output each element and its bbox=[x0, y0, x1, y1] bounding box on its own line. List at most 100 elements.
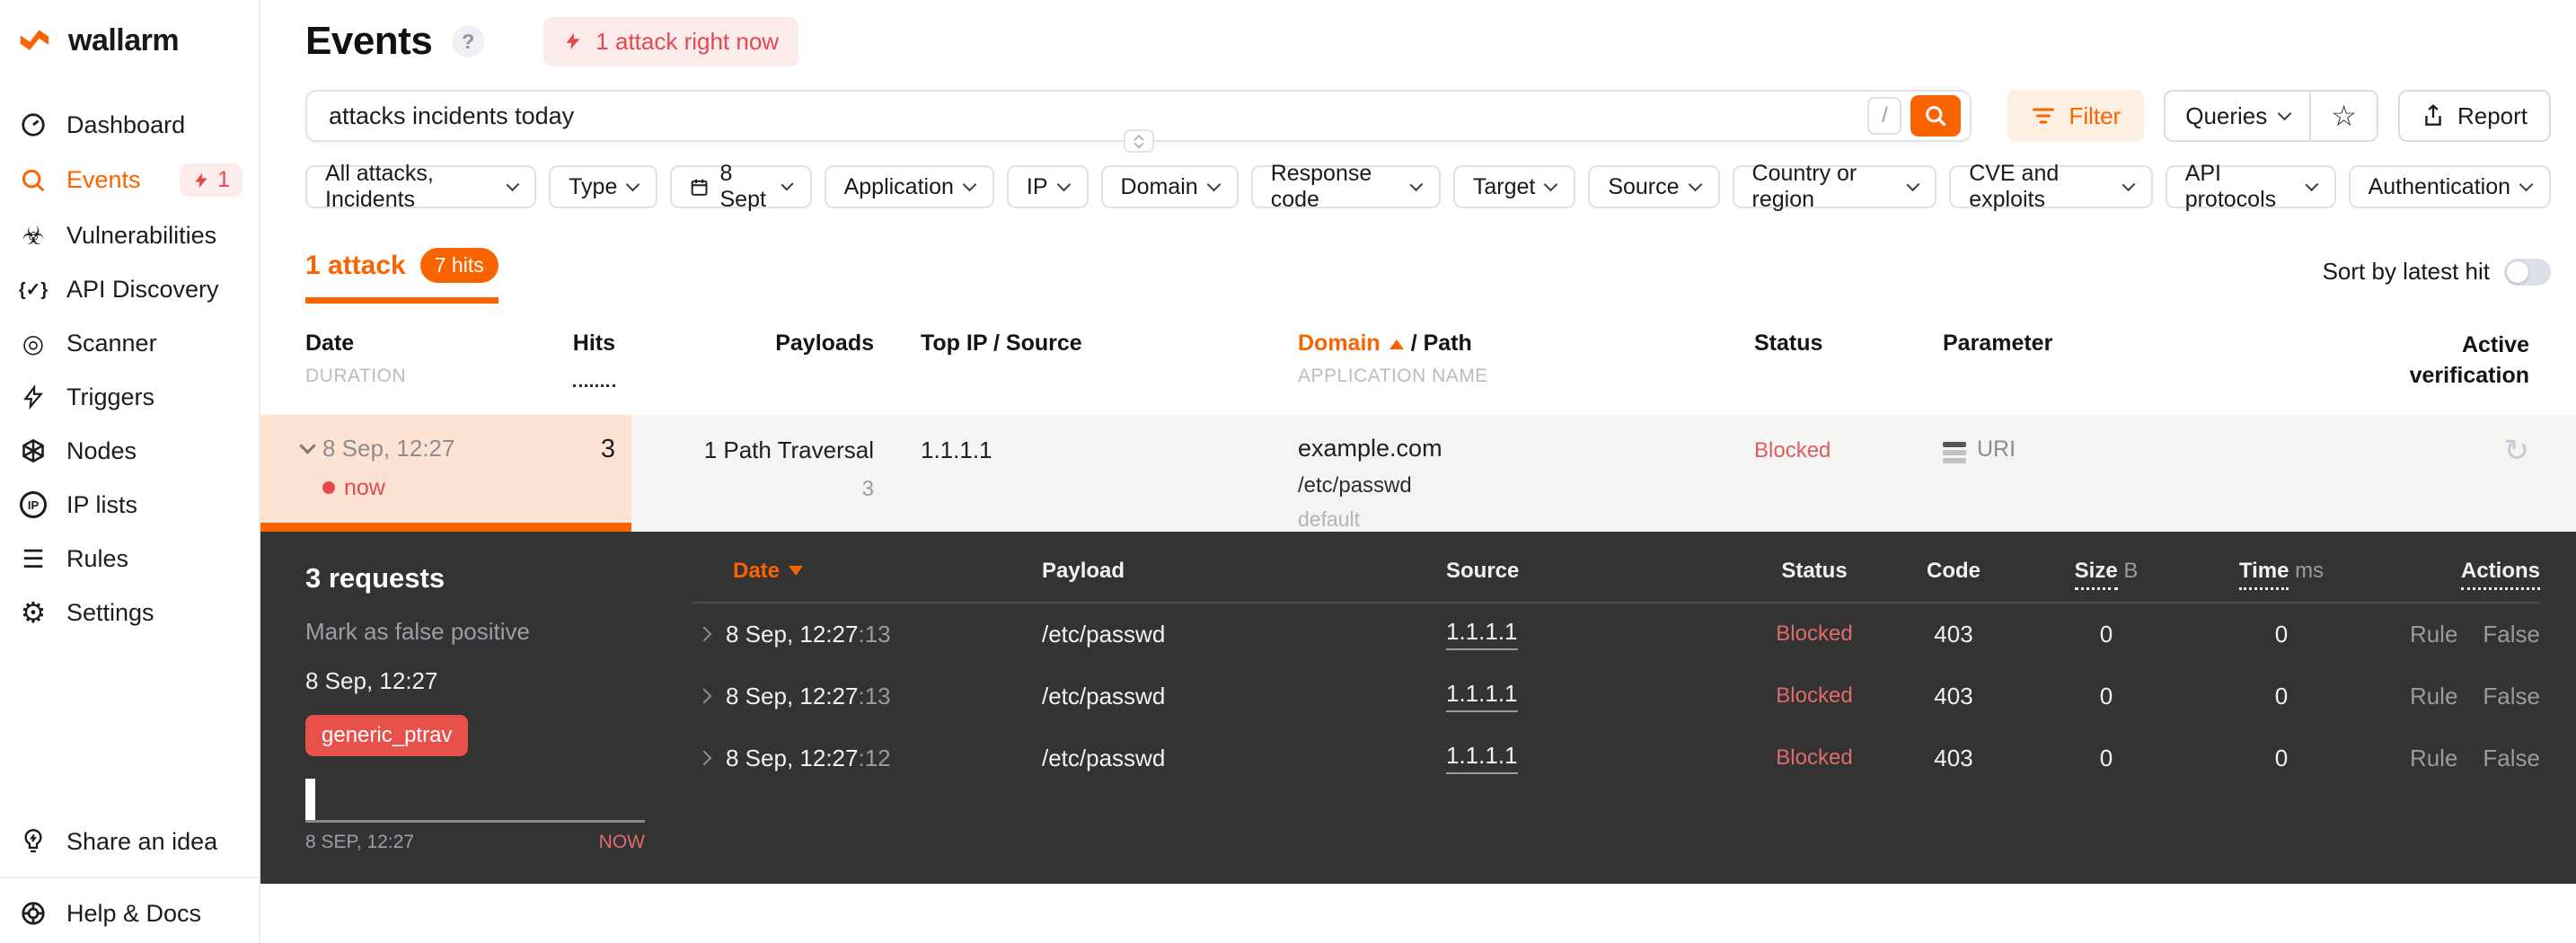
attack-domain: example.com bbox=[1298, 434, 1442, 462]
sidebar-item-help-docs[interactable]: Help & Docs bbox=[0, 884, 259, 943]
search-button[interactable] bbox=[1910, 95, 1962, 137]
expand-chevron-icon[interactable] bbox=[696, 626, 712, 642]
sidebar: wallarm Dashboard Events 1 ☣ Vulnerabili… bbox=[0, 0, 260, 943]
mark-false-positive-link[interactable]: Mark as false positive bbox=[305, 618, 683, 646]
expand-chevron-icon[interactable] bbox=[696, 688, 712, 704]
column-subheader-duration: DURATION bbox=[305, 366, 407, 386]
rule-action[interactable]: Rule bbox=[2410, 745, 2457, 772]
events-attack-count: 1 bbox=[217, 167, 230, 192]
domain-sort-label[interactable]: Domain bbox=[1298, 330, 1381, 356]
sidebar-item-events[interactable]: Events 1 bbox=[0, 152, 259, 208]
filter-button[interactable]: Filter bbox=[2007, 90, 2145, 142]
request-source-link[interactable]: 1.1.1.1 bbox=[1446, 618, 1518, 650]
report-button[interactable]: Report bbox=[2397, 90, 2551, 142]
sidebar-item-api-discovery[interactable]: {✓} API Discovery bbox=[0, 262, 259, 316]
request-status: Blocked bbox=[1776, 683, 1853, 708]
sort-desc-icon bbox=[789, 566, 804, 576]
attack-payload-type: 1 Path Traversal bbox=[703, 436, 874, 463]
timeline-end-label: NOW bbox=[598, 831, 645, 852]
filter-chip-application[interactable]: Application bbox=[824, 165, 994, 208]
attack-live-indicator: now bbox=[322, 475, 454, 501]
collapse-chevron-icon[interactable] bbox=[299, 436, 316, 454]
filter-chip-response-code[interactable]: Response code bbox=[1250, 161, 1441, 212]
column-header-size[interactable]: Size B bbox=[2021, 558, 2192, 590]
attack-active-verification-cell: ↻ bbox=[2230, 415, 2576, 532]
filter-chip-country[interactable]: Country or region bbox=[1732, 161, 1937, 212]
sidebar-item-ip-lists[interactable]: IP IP lists bbox=[0, 478, 259, 532]
column-header-time[interactable]: Time ms bbox=[2192, 558, 2371, 590]
filter-chip-ip[interactable]: IP bbox=[1006, 165, 1089, 208]
dashboard-icon bbox=[18, 110, 49, 140]
attack-tag-generic-ptrav[interactable]: generic_ptrav bbox=[305, 714, 469, 756]
filter-chips-row: All attacks, Incidents Type 8 Sept Appli… bbox=[305, 161, 2552, 212]
request-source-link[interactable]: 1.1.1.1 bbox=[1446, 680, 1518, 712]
sort-by-latest-hit-toggle[interactable] bbox=[2504, 258, 2551, 286]
column-header-code: Code bbox=[1927, 558, 1981, 583]
timeline-bar bbox=[305, 778, 315, 820]
request-actions: Rule False bbox=[2371, 745, 2540, 772]
request-source-link[interactable]: 1.1.1.1 bbox=[1446, 742, 1518, 774]
filter-chip-target[interactable]: Target bbox=[1452, 165, 1576, 208]
chevron-down-icon bbox=[1206, 177, 1221, 191]
sidebar-item-vulnerabilities[interactable]: ☣ Vulnerabilities bbox=[0, 208, 259, 262]
chevron-down-icon bbox=[1906, 177, 1919, 191]
sidebar-item-share-idea[interactable]: Share an idea bbox=[0, 812, 259, 871]
sidebar-item-dashboard[interactable]: Dashboard bbox=[0, 98, 259, 152]
attack-hits-count: 3 bbox=[600, 434, 615, 463]
request-date-cell[interactable]: 8 Sep, 12:27:12 bbox=[692, 745, 1042, 772]
column-header-domain-path[interactable]: Domain / Path bbox=[1298, 330, 1472, 356]
search-resize-handle[interactable] bbox=[1123, 129, 1154, 153]
search-icon bbox=[18, 165, 49, 196]
false-action[interactable]: False bbox=[2483, 621, 2540, 648]
biohazard-icon: ☣ bbox=[22, 221, 45, 250]
chevron-down-icon bbox=[1056, 177, 1071, 191]
attack-row[interactable]: 8 Sep, 12:27 now 3 1 Path Traversal 3 1.… bbox=[260, 414, 2576, 532]
filter-chip-source[interactable]: Source bbox=[1588, 165, 1720, 208]
sidebar-item-nodes[interactable]: Nodes bbox=[0, 424, 259, 478]
false-action[interactable]: False bbox=[2483, 745, 2540, 772]
request-date-cell[interactable]: 8 Sep, 12:27:13 bbox=[692, 683, 1042, 710]
sidebar-item-settings[interactable]: ⚙ Settings bbox=[0, 586, 259, 639]
attacks-tab[interactable]: 1 attack 7 hits bbox=[305, 248, 498, 304]
filter-chip-attack-type[interactable]: All attacks, Incidents bbox=[305, 161, 537, 212]
attack-detail-panel: 3 requests Mark as false positive 8 Sep,… bbox=[260, 531, 2576, 884]
attacks-tab-label: 1 attack bbox=[305, 250, 406, 280]
rule-action[interactable]: Rule bbox=[2410, 621, 2457, 648]
expand-chevron-icon[interactable] bbox=[696, 750, 712, 766]
search-input[interactable] bbox=[329, 101, 1868, 130]
sidebar-item-scanner[interactable]: ◎ Scanner bbox=[0, 316, 259, 370]
false-action[interactable]: False bbox=[2483, 683, 2540, 710]
request-row[interactable]: 8 Sep, 12:27:13 /etc/passwd 1.1.1.1 Bloc… bbox=[692, 604, 2540, 665]
filter-chip-domain[interactable]: Domain bbox=[1100, 165, 1239, 208]
column-header-request-date[interactable]: Date bbox=[692, 559, 1042, 584]
rule-action[interactable]: Rule bbox=[2410, 683, 2457, 710]
sidebar-item-rules[interactable]: ☰ Rules bbox=[0, 532, 259, 586]
request-code: 403 bbox=[1934, 744, 1973, 771]
column-header-payloads: Payloads bbox=[775, 330, 874, 356]
wallarm-logo[interactable]: wallarm bbox=[0, 0, 259, 82]
attack-right-now-banner[interactable]: 1 attack right now bbox=[543, 16, 799, 66]
filter-chip-api-protocols[interactable]: API protocols bbox=[2165, 161, 2336, 212]
filter-chip-authentication[interactable]: Authentication bbox=[2348, 165, 2552, 208]
sidebar-item-triggers[interactable]: Triggers bbox=[0, 370, 259, 424]
attack-date-cell[interactable]: 8 Sep, 12:27 now 3 bbox=[260, 414, 631, 532]
attack-banner-label: 1 attack right now bbox=[595, 27, 780, 55]
filter-chip-cve[interactable]: CVE and exploits bbox=[1949, 161, 2153, 212]
request-date-cell[interactable]: 8 Sep, 12:27:13 bbox=[692, 621, 1042, 648]
request-time: 0 bbox=[2274, 620, 2289, 648]
column-header-actions[interactable]: Actions bbox=[2371, 558, 2540, 590]
column-header-payload: Payload bbox=[1042, 558, 1125, 583]
request-row[interactable]: 8 Sep, 12:27:13 /etc/passwd 1.1.1.1 Bloc… bbox=[692, 665, 2540, 727]
request-row[interactable]: 8 Sep, 12:27:12 /etc/passwd 1.1.1.1 Bloc… bbox=[692, 727, 2540, 789]
toggle-knob bbox=[2507, 260, 2528, 283]
filter-chip-date[interactable]: 8 Sept bbox=[670, 161, 812, 212]
hexagon-node-icon bbox=[18, 436, 49, 466]
favorite-query-button[interactable]: ☆ bbox=[2309, 92, 2377, 140]
column-header-date: Date DURATION bbox=[305, 330, 407, 386]
queries-button[interactable]: Queries bbox=[2166, 92, 2309, 140]
sidebar-item-label: API Discovery bbox=[66, 275, 219, 303]
help-icon[interactable]: ? bbox=[452, 25, 485, 57]
column-header-hits[interactable]: Hits bbox=[572, 330, 615, 387]
filter-chip-type[interactable]: Type bbox=[549, 165, 658, 208]
active-verification-spinner-icon[interactable]: ↻ bbox=[2504, 434, 2530, 468]
